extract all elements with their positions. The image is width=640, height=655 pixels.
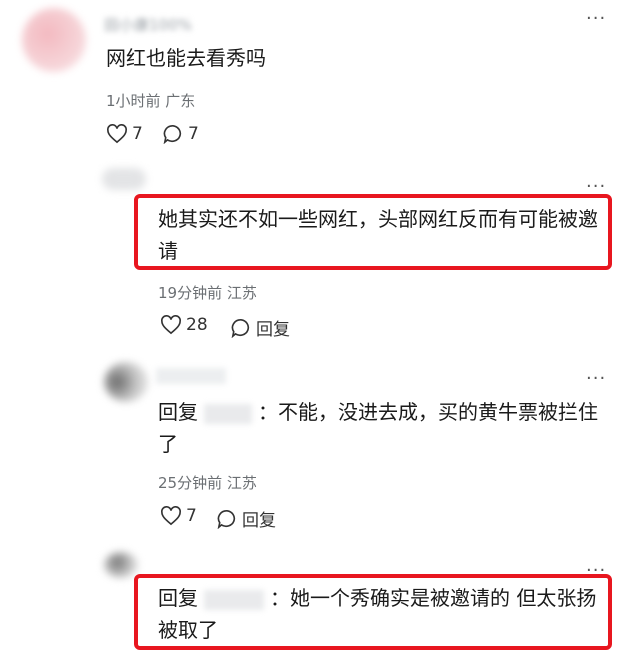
mentioned-user[interactable] bbox=[204, 589, 264, 610]
reply-prefix: 回复 bbox=[158, 400, 198, 424]
avatar[interactable] bbox=[104, 362, 148, 402]
comment-meta: 19分钟前 江苏 bbox=[158, 284, 257, 302]
comment-author[interactable] bbox=[156, 368, 226, 384]
more-dots-icon[interactable]: ··· bbox=[586, 370, 606, 388]
comment-text-line1: ：不能，没进去成，买的黄牛票被拦住 bbox=[258, 400, 598, 424]
reply-label: 回复 bbox=[256, 320, 290, 340]
comment-text: 网红也能去看秀吗 bbox=[106, 46, 266, 70]
reply-prefix: 回复 bbox=[158, 586, 198, 610]
avatar[interactable] bbox=[104, 552, 138, 578]
like-button[interactable]: 7 bbox=[106, 124, 143, 144]
comment-text-line2: 被取了 bbox=[158, 618, 218, 642]
comment-text: 回复 ：不能，没进去成，买的黄牛票被拦住 了 bbox=[158, 396, 608, 460]
comment-meta: 1小时前 广东 bbox=[106, 92, 196, 110]
avatar[interactable] bbox=[102, 168, 146, 190]
like-count: 28 bbox=[186, 315, 208, 335]
speech-bubble-icon bbox=[163, 124, 182, 144]
more-dots-icon[interactable]: ··· bbox=[586, 10, 606, 28]
like-button[interactable]: 28 bbox=[160, 315, 208, 335]
speech-bubble-icon bbox=[217, 509, 236, 529]
like-count: 7 bbox=[132, 124, 143, 144]
avatar[interactable] bbox=[22, 8, 86, 72]
heart-icon bbox=[161, 506, 181, 526]
more-dots-icon[interactable]: ··· bbox=[586, 178, 606, 196]
comment-text: 回复 ：她一个秀确实是被邀请的 但太张扬 被取了 bbox=[158, 582, 602, 646]
comment-meta: 25分钟前 江苏 bbox=[158, 474, 257, 492]
speech-bubble-icon bbox=[231, 318, 250, 338]
reply-button[interactable]: 7 bbox=[162, 124, 199, 144]
mentioned-user[interactable] bbox=[204, 403, 252, 424]
reply-count: 7 bbox=[188, 124, 199, 144]
heart-icon bbox=[107, 124, 127, 144]
comment-text: 她其实还不如一些网红，头部网红反而有可能被邀请 bbox=[158, 207, 598, 263]
reply-label: 回复 bbox=[242, 511, 276, 531]
comment-text-line2: 了 bbox=[158, 432, 178, 456]
reply-button[interactable]: 回复 bbox=[230, 315, 290, 340]
comment-text-line1: ：她一个秀确实是被邀请的 但太张扬 bbox=[270, 586, 597, 610]
like-button[interactable]: 7 bbox=[160, 506, 197, 526]
comment-author[interactable]: 田小康100% bbox=[104, 14, 192, 35]
reply-button[interactable]: 回复 bbox=[216, 506, 276, 531]
like-count: 7 bbox=[186, 506, 197, 526]
heart-icon bbox=[161, 315, 181, 335]
